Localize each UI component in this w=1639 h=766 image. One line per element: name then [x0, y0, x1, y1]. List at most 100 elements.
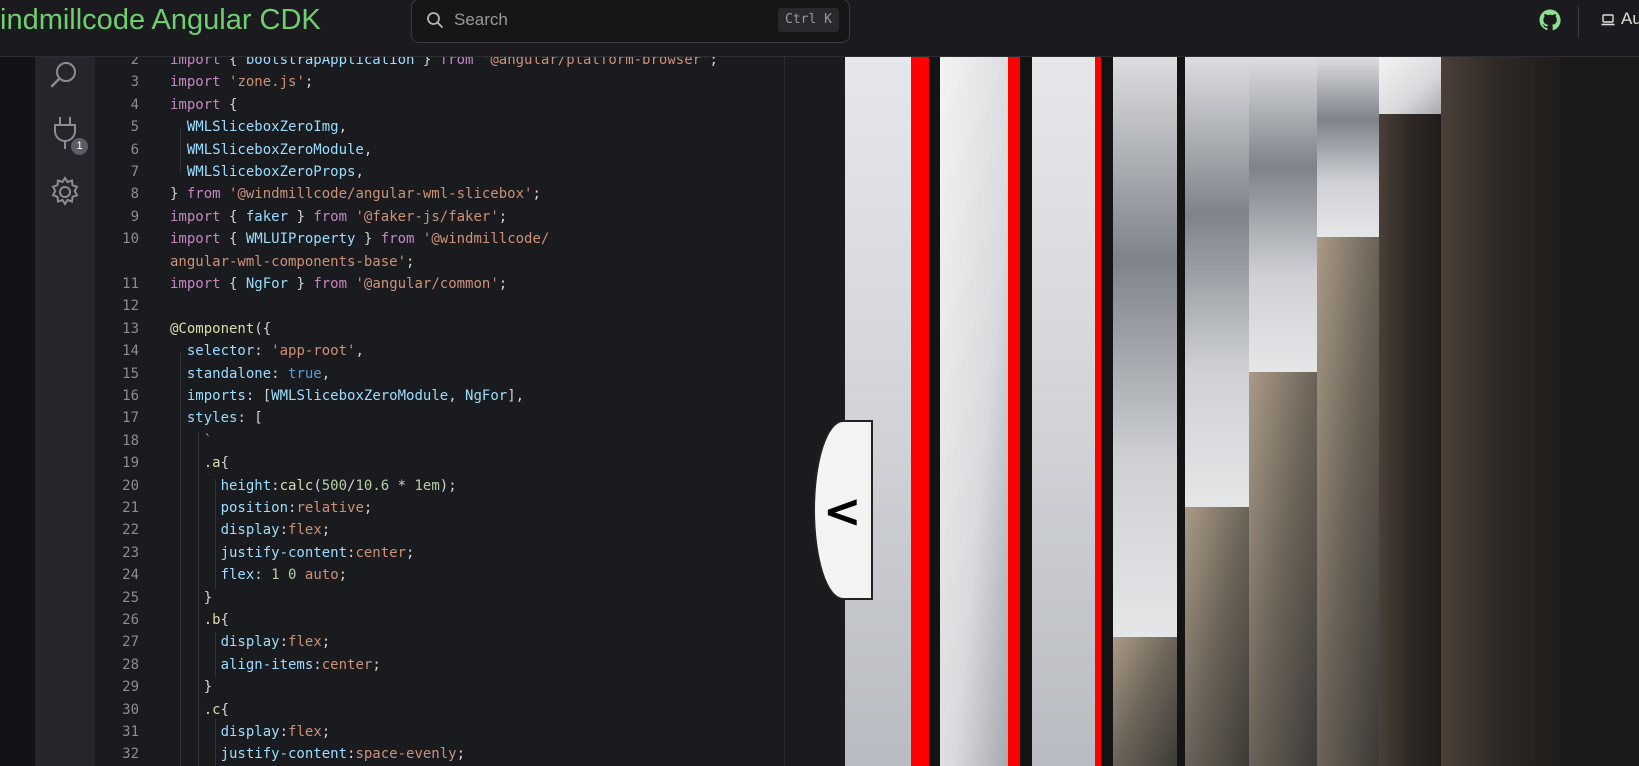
code-token: flex: [288, 634, 322, 651]
line-number: 30: [122, 701, 139, 718]
code-line[interactable]: 30 .c{: [95, 699, 784, 721]
line-text: angular-wml-components-base';: [170, 251, 414, 273]
code-line[interactable]: 24 flex: 1 0 auto;: [95, 564, 784, 586]
code-area[interactable]: 2 import { bootstrapApplication } from '@…: [95, 57, 784, 766]
line-text: } from '@windmillcode/angular-wml-sliceb…: [170, 183, 541, 205]
code-token: :: [271, 477, 280, 494]
code-token: :: [271, 365, 289, 382]
slice-gap: [1020, 57, 1032, 766]
code-token: import: [170, 96, 221, 113]
code-line[interactable]: 12: [95, 295, 784, 317]
code-line[interactable]: 8 } from '@windmillcode/angular-wml-slice…: [95, 183, 784, 205]
prev-slide-button[interactable]: <: [813, 420, 873, 600]
code-line[interactable]: 22 display:flex;: [95, 519, 784, 541]
code-token: {: [220, 96, 238, 113]
code-line[interactable]: 16 imports: [WMLSliceboxZeroModule, NgFo…: [95, 385, 784, 407]
code-line[interactable]: 9 import { faker } from '@faker-js/faker'…: [95, 206, 784, 228]
code-line[interactable]: 27 display:flex;: [95, 631, 784, 653]
code-line[interactable]: 6 WMLSliceboxZeroModule,: [95, 139, 784, 161]
code-token: true: [288, 365, 322, 382]
code-token: 10.6: [355, 477, 390, 494]
code-token: ;: [532, 186, 541, 203]
code-token: ;: [709, 57, 718, 68]
code-line[interactable]: 29 }: [95, 676, 784, 698]
code-line[interactable]: 5 WMLSliceboxZeroImg,: [95, 116, 784, 138]
code-line[interactable]: 21 position:relative;: [95, 497, 784, 519]
line-text: import { NgFor } from '@angular/common';: [170, 273, 507, 295]
code-line[interactable]: 31 display:flex;: [95, 721, 784, 743]
line-number: 5: [130, 119, 139, 136]
code-line[interactable]: 28 align-items:center;: [95, 654, 784, 676]
code-token: ;: [456, 746, 466, 763]
code-token: .a: [170, 455, 221, 472]
chevron-left-icon: <: [823, 484, 862, 538]
slice: [1113, 637, 1177, 766]
slice: [940, 57, 1008, 766]
slicebox-preview: [845, 57, 1639, 766]
code-token: ;: [498, 276, 508, 292]
code-token: }: [414, 57, 440, 68]
auth-button[interactable]: Au: [1601, 9, 1639, 29]
search-box[interactable]: Search Ctrl K: [411, 0, 850, 43]
code-token: import: [170, 74, 221, 91]
github-icon[interactable]: [1538, 8, 1562, 32]
line-text: height:calc(500/10.6 * 1em);: [170, 475, 457, 497]
code-token: from: [313, 208, 348, 225]
line-number: 24: [122, 567, 139, 584]
site-title[interactable]: indmillcode Angular CDK: [0, 4, 321, 37]
code-line[interactable]: 2 import { bootstrapApplication } from '@…: [95, 57, 784, 71]
gear-icon[interactable]: [49, 176, 81, 208]
code-line[interactable]: 11 import { NgFor } from '@angular/common…: [95, 273, 784, 295]
line-text: display:flex;: [170, 721, 331, 743]
code-token: :: [279, 522, 289, 539]
code-line[interactable]: 20 height:calc(500/10.6 * 1em);: [95, 475, 784, 497]
code-line[interactable]: 4 import {: [95, 94, 784, 116]
code-line[interactable]: 14 selector: 'app-root',: [95, 340, 784, 362]
slice: [1441, 57, 1560, 766]
line-number: 3: [130, 74, 139, 91]
code-token: ;: [321, 522, 331, 539]
code-token: {: [220, 208, 246, 225]
code-token: WMLSliceboxZeroProps: [186, 164, 356, 180]
code-token: ;: [372, 656, 381, 673]
code-line[interactable]: 3 import 'zone.js';: [95, 71, 784, 93]
code-line[interactable]: 23 justify-content:center;: [95, 542, 784, 564]
code-token: 'zone.js': [229, 74, 305, 91]
code-token: from: [439, 57, 474, 68]
code-token: ;: [321, 634, 331, 651]
code-line[interactable]: 25 }: [95, 587, 784, 609]
code-line[interactable]: 13 @Component({: [95, 318, 784, 340]
code-line[interactable]: 19 .a{: [95, 452, 784, 474]
code-line[interactable]: 32 justify-content:space-evenly;: [95, 743, 784, 765]
code-token: ,: [355, 164, 364, 180]
line-number: 21: [122, 500, 139, 516]
code-token: ;: [363, 500, 373, 516]
slice: [1113, 57, 1177, 637]
line-text: justify-content:space-evenly;: [170, 743, 465, 765]
code-token: 'app-root': [271, 343, 356, 360]
code-token: NgFor: [245, 276, 289, 292]
line-number: 8: [130, 186, 139, 203]
code-line[interactable]: angular-wml-components-base';: [95, 251, 784, 273]
code-token: {: [220, 276, 246, 292]
code-token: display: [220, 522, 280, 539]
slice: [1249, 57, 1317, 372]
code-line[interactable]: 15 standalone: true,: [95, 363, 784, 385]
code-token: }: [170, 186, 187, 203]
code-line[interactable]: 18 `: [95, 430, 784, 452]
slice-gap: [1101, 57, 1113, 766]
search-icon[interactable]: [49, 59, 81, 91]
code-line[interactable]: 26 .b{: [95, 609, 784, 631]
code-line[interactable]: 7 WMLSliceboxZeroProps,: [95, 161, 784, 183]
code-line[interactable]: 17 styles: [: [95, 407, 784, 429]
code-line[interactable]: 10 import { WMLUIProperty } from '@windmi…: [95, 228, 784, 250]
line-number: 15: [122, 365, 139, 382]
line-text: align-items:center;: [170, 654, 381, 676]
line-number: 25: [122, 589, 139, 606]
code-token: import: [170, 231, 221, 248]
line-number: 14: [122, 343, 139, 360]
code-token: }: [170, 589, 213, 606]
